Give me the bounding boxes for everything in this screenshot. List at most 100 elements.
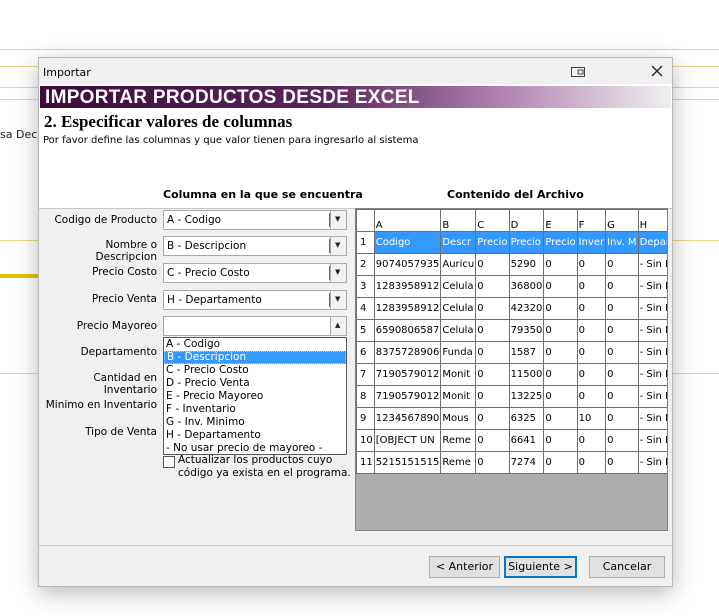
- table-cell[interactable]: 0: [576, 451, 607, 474]
- table-cell[interactable]: 0: [576, 275, 607, 298]
- grid-corner[interactable]: [356, 209, 375, 232]
- table-row[interactable]: 56590806587Celula079350000- Sin D: [356, 319, 667, 342]
- table-row[interactable]: 29074057935Auricu05290000- Sin D: [356, 253, 667, 276]
- table-row[interactable]: 91234567890Mous063250100- Sin D: [356, 407, 667, 430]
- table-cell[interactable]: Inver: [576, 231, 607, 254]
- table-cell[interactable]: 0: [543, 319, 578, 342]
- table-cell[interactable]: - Sin D: [637, 451, 667, 474]
- chevron-down-icon[interactable]: ▼: [330, 264, 346, 282]
- row-number[interactable]: 2: [356, 253, 375, 276]
- table-cell[interactable]: 0: [475, 341, 510, 364]
- table-cell[interactable]: 7274: [508, 451, 545, 474]
- table-cell[interactable]: - Sin D: [637, 341, 667, 364]
- table-cell[interactable]: Monit: [440, 363, 477, 386]
- table-cell[interactable]: 0: [475, 385, 510, 408]
- table-cell[interactable]: 36800: [508, 275, 545, 298]
- table-cell[interactable]: 0: [605, 297, 639, 320]
- table-cell[interactable]: Funda: [440, 341, 477, 364]
- table-cell[interactable]: 0: [543, 275, 578, 298]
- table-cell[interactable]: 5290: [508, 253, 545, 276]
- grid-column-header[interactable]: F: [576, 209, 607, 232]
- row-number[interactable]: 6: [356, 341, 375, 364]
- table-cell[interactable]: 0: [475, 297, 510, 320]
- table-cell[interactable]: 5215151515: [373, 451, 442, 474]
- table-cell[interactable]: - Sin D: [637, 407, 667, 430]
- table-cell[interactable]: 0: [605, 275, 639, 298]
- table-cell[interactable]: Celula: [440, 319, 477, 342]
- table-cell[interactable]: Auricu: [440, 253, 477, 276]
- table-cell[interactable]: 0: [576, 297, 607, 320]
- dropdown-option[interactable]: H - Departamento: [164, 429, 346, 442]
- table-cell[interactable]: Descr: [440, 231, 477, 254]
- table-row[interactable]: 10 [OBJECT UNReme06641000- Sin D: [356, 429, 667, 452]
- dropdown-option[interactable]: F - Inventario: [164, 403, 346, 416]
- table-cell[interactable]: 0: [543, 451, 578, 474]
- table-cell[interactable]: 0: [576, 341, 607, 364]
- row-number[interactable]: 1: [356, 231, 375, 254]
- table-cell[interactable]: 6590806587: [373, 319, 442, 342]
- table-row[interactable]: 31283958912Celula036800000- Sin D: [356, 275, 667, 298]
- grid-column-header[interactable]: A: [373, 209, 442, 232]
- table-cell[interactable]: 0: [605, 341, 639, 364]
- row-number[interactable]: 9: [356, 407, 375, 430]
- table-cell[interactable]: Precio: [543, 231, 578, 254]
- table-cell[interactable]: - Sin D: [637, 275, 667, 298]
- table-cell[interactable]: - Sin D: [637, 297, 667, 320]
- table-cell[interactable]: [OBJECT UN: [373, 429, 442, 452]
- precio-mayoreo-select[interactable]: ▲: [163, 316, 347, 336]
- table-cell[interactable]: Reme: [440, 429, 477, 452]
- file-contents-grid[interactable]: A B C D E F G H 1 Codigo Descr Precio Precio Precio In…: [355, 208, 668, 531]
- table-cell[interactable]: - Sin D: [637, 429, 667, 452]
- table-row[interactable]: 1 Codigo Descr Precio Precio Precio Inver Inv. …: [356, 231, 667, 254]
- table-row[interactable]: 41283958912Celula042320000- Sin D: [356, 297, 667, 320]
- precio-costo-select[interactable]: C - Precio Costo ▼: [163, 263, 347, 283]
- grid-column-header[interactable]: G: [605, 209, 639, 232]
- table-cell[interactable]: 1283958912: [373, 297, 442, 320]
- grid-column-header[interactable]: B: [440, 209, 477, 232]
- row-number[interactable]: 3: [356, 275, 375, 298]
- dropdown-option-selected[interactable]: B - Descripcion: [164, 351, 346, 364]
- dropdown-option[interactable]: E - Precio Mayoreo: [164, 390, 346, 403]
- table-cell[interactable]: Codigo: [373, 231, 442, 254]
- table-cell[interactable]: 0: [475, 451, 510, 474]
- table-cell[interactable]: 13225: [508, 385, 545, 408]
- table-row[interactable]: 87190579012Monit013225000- Sin D: [356, 385, 667, 408]
- table-cell[interactable]: 0: [605, 451, 639, 474]
- codigo-select[interactable]: A - Codigo ▼: [163, 210, 347, 230]
- table-cell[interactable]: Inv. M: [605, 231, 639, 254]
- chevron-up-icon[interactable]: ▲: [330, 317, 346, 335]
- row-number[interactable]: 4: [356, 297, 375, 320]
- table-row[interactable]: 115215151515Reme07274000- Sin D: [356, 451, 667, 474]
- table-cell[interactable]: 0: [576, 319, 607, 342]
- grid-column-header[interactable]: H: [637, 209, 667, 232]
- table-cell[interactable]: 0: [543, 253, 578, 276]
- table-cell[interactable]: 0: [475, 275, 510, 298]
- row-number[interactable]: 5: [356, 319, 375, 342]
- table-cell[interactable]: 0: [605, 363, 639, 386]
- table-cell[interactable]: 0: [605, 319, 639, 342]
- table-cell[interactable]: 42320: [508, 297, 545, 320]
- next-button[interactable]: Siguiente >: [504, 556, 577, 578]
- table-cell[interactable]: 0: [543, 407, 578, 430]
- table-cell[interactable]: 0: [475, 319, 510, 342]
- row-number[interactable]: 8: [356, 385, 375, 408]
- table-cell[interactable]: 1587: [508, 341, 545, 364]
- table-row[interactable]: 77190579012Monit011500000- Sin D: [356, 363, 667, 386]
- table-cell[interactable]: 0: [576, 253, 607, 276]
- table-cell[interactable]: 0: [605, 385, 639, 408]
- table-cell[interactable]: 9074057935: [373, 253, 442, 276]
- table-cell[interactable]: 0: [475, 407, 510, 430]
- cancel-button[interactable]: Cancelar: [589, 556, 665, 578]
- table-cell[interactable]: 0: [605, 253, 639, 276]
- close-icon[interactable]: [650, 64, 664, 78]
- back-button[interactable]: < Anterior: [429, 556, 500, 578]
- table-cell[interactable]: - Sin D: [637, 253, 667, 276]
- table-cell[interactable]: 10: [576, 407, 607, 430]
- chevron-down-icon[interactable]: ▼: [330, 291, 346, 309]
- table-cell[interactable]: 0: [605, 407, 639, 430]
- grid-column-header[interactable]: D: [508, 209, 545, 232]
- table-cell[interactable]: 7190579012: [373, 363, 442, 386]
- table-cell[interactable]: 0: [475, 253, 510, 276]
- table-cell[interactable]: Celula: [440, 297, 477, 320]
- table-cell[interactable]: 0: [543, 341, 578, 364]
